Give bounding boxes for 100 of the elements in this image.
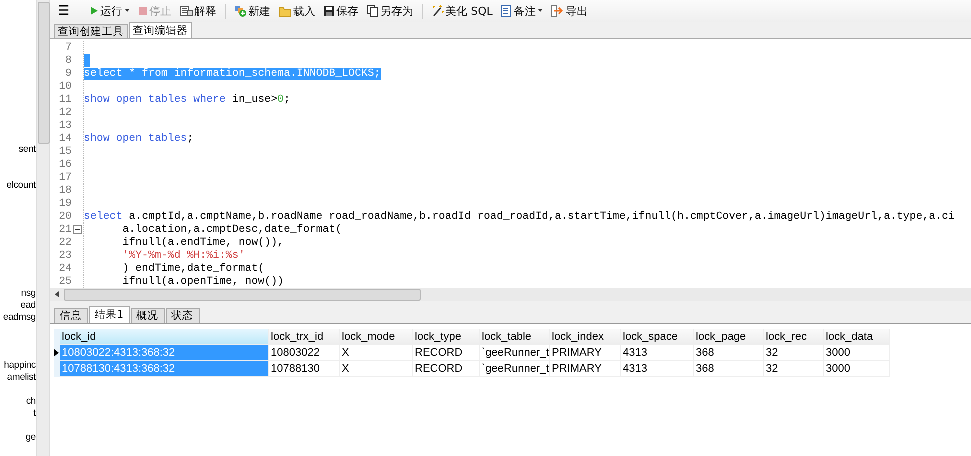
table-cell: 32	[764, 361, 824, 377]
table-cell: PRIMARY	[550, 361, 621, 377]
line-number: 10	[58, 80, 72, 92]
code-line: a.location,a.cmptDesc,date_format(	[122, 224, 342, 236]
column-header[interactable]: lock_page	[694, 329, 764, 345]
table-cell: X	[340, 345, 413, 361]
new-icon	[234, 5, 247, 17]
collapse-icon[interactable]	[73, 225, 82, 234]
result-tab[interactable]: 结果1	[89, 306, 130, 323]
caret-icon	[538, 9, 543, 13]
line-number: 22	[58, 236, 72, 248]
column-header[interactable]: lock_mode	[340, 329, 413, 345]
column-header[interactable]: lock_trx_id	[269, 329, 340, 345]
code-line: ifnull(a.openTime, now())	[122, 276, 284, 288]
table-cell: 3000	[824, 345, 890, 361]
line-number: 13	[58, 120, 72, 132]
editor-tab[interactable]: 查询编辑器	[129, 22, 192, 38]
save-icon	[324, 6, 335, 16]
line-number: 15	[58, 146, 72, 158]
line-number: 16	[58, 158, 72, 170]
toolbar-button[interactable]: 解释	[176, 4, 220, 18]
line-number: 20	[58, 210, 72, 222]
table-cell: 3000	[824, 361, 890, 377]
pointer-icon	[54, 349, 59, 357]
caret-icon	[124, 9, 130, 13]
menu-button[interactable]: ☰	[58, 4, 84, 18]
export-icon	[550, 5, 564, 17]
table-cell: `geeRunner_t	[480, 361, 550, 377]
toolbar-button[interactable]: 新建	[230, 4, 274, 18]
toolbar-button[interactable]: 导出	[548, 4, 591, 18]
scrollbar[interactable]	[50, 288, 971, 301]
line-number: 7	[64, 42, 72, 54]
tree-item[interactable]: nsg	[0, 288, 36, 300]
table-cell: 4313	[621, 361, 694, 377]
document-icon	[500, 5, 512, 17]
line-number: 11	[58, 94, 72, 106]
table-icon	[180, 6, 193, 16]
table-cell: RECORD	[413, 345, 480, 361]
tree-item[interactable]: amelist	[0, 372, 36, 384]
stop-icon	[138, 6, 148, 16]
table-cell: PRIMARY	[550, 345, 621, 361]
line-number: 9	[64, 68, 72, 80]
result-tab[interactable]: 状态	[166, 308, 200, 323]
toolbar-button[interactable]: 另存为	[364, 4, 417, 18]
tree-item[interactable]: ge	[0, 432, 36, 444]
table-cell: 10788130	[269, 361, 340, 377]
code-line: '%Y-%m-%d %H:%i:%s'	[122, 250, 246, 262]
scroll-thumb[interactable]	[64, 288, 421, 300]
toolbar-button[interactable]: 保存	[320, 4, 362, 18]
wand-icon	[430, 5, 444, 17]
column-header[interactable]: lock_id	[60, 329, 269, 345]
toolbar-button[interactable]: 运行	[86, 4, 133, 18]
code-line: show open tables;	[84, 132, 194, 144]
table-cell: X	[340, 361, 413, 377]
tree-item[interactable]: ch	[0, 396, 36, 408]
scrollbar[interactable]	[37, 0, 50, 456]
tree-item[interactable]: eadmsg	[0, 312, 36, 324]
tree-item[interactable]: ead	[0, 300, 36, 312]
table-cell: 4313	[621, 345, 694, 361]
tree-item[interactable]: t	[0, 408, 36, 420]
line-number: 12	[58, 106, 72, 118]
line-number: 25	[58, 276, 72, 288]
column-header[interactable]: lock_rec	[764, 329, 824, 345]
code-line: ifnull(a.endTime, now()),	[122, 236, 284, 248]
column-header[interactable]: lock_type	[413, 329, 480, 345]
table-cell: RECORD	[413, 361, 480, 377]
line-number: 24	[58, 262, 72, 274]
table-cell: 10803022:4313:368:32	[60, 345, 269, 361]
tree-item[interactable]: sent	[0, 144, 36, 156]
table-cell: 10788130:4313:368:32	[60, 361, 269, 377]
left-arrow-icon[interactable]	[54, 291, 60, 298]
copy-icon	[366, 5, 379, 17]
folder-icon	[278, 6, 292, 16]
play-icon	[88, 6, 99, 16]
column-header[interactable]: lock_index	[550, 329, 621, 345]
column-header[interactable]: lock_table	[480, 329, 550, 345]
tree-item[interactable]: elcount	[0, 180, 36, 192]
column-header[interactable]: lock_data	[824, 329, 890, 345]
code-line: show open tables where in_use>0;	[84, 94, 290, 106]
toolbar-button[interactable]: 备注	[498, 4, 546, 18]
line-number: 14	[58, 132, 72, 144]
table-cell: 368	[694, 361, 764, 377]
code-line: ) endTime,date_format(	[122, 262, 265, 274]
column-header[interactable]: lock_space	[621, 329, 694, 345]
table-cell: 10803022	[269, 345, 340, 361]
line-number: 21	[58, 224, 72, 236]
result-tab[interactable]: 信息	[54, 308, 88, 323]
scroll-thumb[interactable]	[38, 2, 50, 144]
line-number: 19	[58, 198, 72, 210]
editor-tab[interactable]: 查询创建工具	[54, 24, 128, 38]
line-number: 8	[64, 54, 72, 66]
toolbar-button[interactable]: 美化 SQL	[428, 4, 496, 18]
line-number: 17	[58, 172, 72, 184]
table-cell: 32	[764, 345, 824, 361]
line-number: 18	[58, 184, 72, 196]
table-cell: `geeRunner_t	[480, 345, 550, 361]
result-tab[interactable]: 概况	[130, 308, 165, 323]
toolbar-button[interactable]: 载入	[276, 4, 319, 18]
code-line: select a.cmptId,a.cmptName,b.roadName road_roadName,b.roadId road_roadId,a.startTime,ifnull(h.cmptCover,a.imageUrl)imageUrl,a.type,a.ci	[84, 210, 955, 222]
tree-item[interactable]: happinc	[0, 360, 36, 372]
